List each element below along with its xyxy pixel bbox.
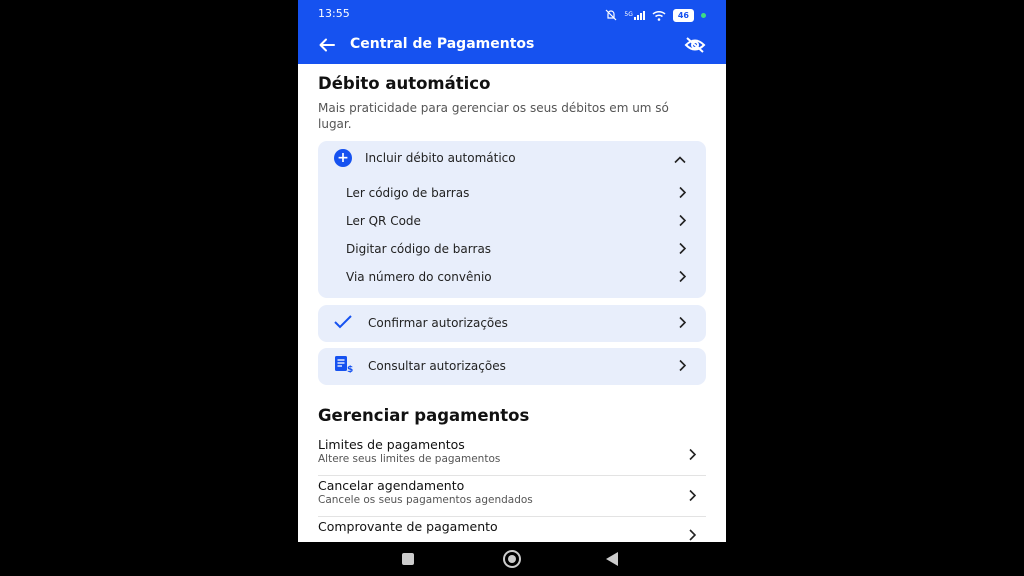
consultar-label: Consultar autorizações [368,359,506,373]
option-label: Ler QR Code [346,214,421,228]
item-subtitle: Cancele os seus pagamentos agendados [318,494,533,506]
back-arrow-icon[interactable] [318,36,336,58]
option-numero-convenio[interactable]: Via número do convênio [318,263,706,291]
option-label: Via número do convênio [346,270,492,284]
chevron-right-icon [678,240,687,259]
checkmark-icon [334,314,354,333]
cancelar-agendamento-item[interactable]: Cancelar agendamento Cancele os seus pag… [318,476,706,517]
chevron-right-icon [688,526,697,542]
chevron-right-icon [678,357,687,376]
limites-pagamentos-item[interactable]: Limites de pagamentos Altere seus limite… [318,435,706,476]
plus-circle-icon: + [334,149,352,167]
item-title: Limites de pagamentos [318,437,465,452]
chevron-right-icon [688,487,697,506]
option-ler-codigo-barras[interactable]: Ler código de barras [318,179,706,207]
item-subtitle: Altere seus limites de pagamentos [318,453,501,465]
chevron-up-icon [674,149,686,168]
system-nav-bar [298,542,726,576]
battery-icon: 46 [672,9,694,22]
document-money-icon: $ [334,355,354,377]
svg-text:$: $ [347,365,353,373]
item-title: Comprovante de pagamento [318,519,498,534]
hide-values-eye-icon[interactable] [684,36,706,58]
gerenciar-section-title: Gerenciar pagamentos [318,406,530,425]
consultar-autorizacoes-card[interactable]: $ Consultar autorizações [318,348,706,385]
comprovante-pagamento-item[interactable]: Comprovante de pagamento [318,517,706,542]
wifi-icon [652,6,666,25]
incluir-debito-header[interactable]: + Incluir débito automático [318,144,706,172]
status-time: 13:55 [318,7,350,20]
chevron-right-icon [678,184,687,203]
option-label: Ler código de barras [346,186,470,200]
item-title: Cancelar agendamento [318,478,465,493]
app-bar: Central de Pagamentos [298,28,726,64]
chevron-right-icon [678,314,687,333]
content-area: Débito automático Mais praticidade para … [298,64,726,542]
phone-screen: 13:55 5G 46 Central de Pagamentos Débito… [298,0,726,576]
option-label: Digitar código de barras [346,242,492,256]
chevron-right-icon [688,446,697,465]
mute-alarm-icon [605,6,617,25]
option-digitar-codigo[interactable]: Digitar código de barras [318,235,706,263]
chevron-right-icon [678,268,687,287]
back-triangle-icon[interactable] [606,552,618,566]
incluir-debito-label: Incluir débito automático [365,151,516,165]
confirmar-autorizacoes-row[interactable]: Confirmar autorizações [318,309,706,337]
chevron-right-icon [678,212,687,231]
status-icons: 5G 46 [605,6,706,25]
signal-icon: 5G [624,11,645,20]
status-bar: 13:55 5G 46 [298,0,726,28]
confirmar-label: Confirmar autorizações [368,316,508,330]
consultar-autorizacoes-row[interactable]: $ Consultar autorizações [318,352,706,380]
active-dot-icon [701,13,706,18]
incluir-debito-card: + Incluir débito automático Ler código d… [318,141,706,298]
page-title: Central de Pagamentos [350,36,535,52]
debito-section-title: Débito automático [318,74,491,93]
option-ler-qr-code[interactable]: Ler QR Code [318,207,706,235]
debito-subtitle: Mais praticidade para gerenciar os seus … [318,101,669,131]
home-circle-icon[interactable] [503,550,521,568]
confirmar-autorizacoes-card[interactable]: Confirmar autorizações [318,305,706,342]
signal-label: 5G [624,11,633,18]
recents-square-icon[interactable] [402,553,414,565]
